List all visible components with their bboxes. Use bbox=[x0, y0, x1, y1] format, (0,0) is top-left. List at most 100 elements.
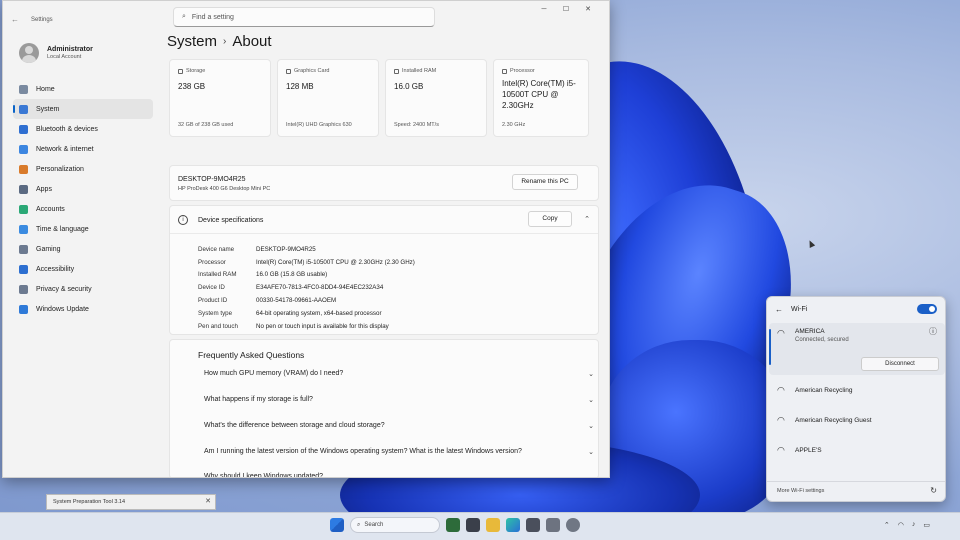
wifi-network-item[interactable]: ◠ APPLE'S bbox=[767, 445, 947, 465]
spec-cards: Storage 238 GB 32 GB of 238 GB used Grap… bbox=[169, 59, 589, 137]
sidebar-item-label: Gaming bbox=[36, 245, 61, 253]
wifi-toggle[interactable] bbox=[917, 304, 937, 314]
spec-value: No pen or touch input is available for t… bbox=[256, 322, 389, 330]
info-icon[interactable]: ⓘ bbox=[929, 326, 937, 337]
wifi-network-item[interactable]: ◠ American Recycling Guest bbox=[767, 415, 947, 435]
sidebar-item-home[interactable]: Home bbox=[13, 79, 153, 99]
settings-window: ← Settings ⌕ Find a setting ─ ☐ ✕ Admini… bbox=[2, 0, 610, 478]
settings-gear-icon[interactable] bbox=[566, 518, 580, 532]
taskbar-search-label: Search bbox=[364, 522, 384, 528]
spec-key: System type bbox=[198, 309, 233, 317]
chevron-down-icon: ⌄ bbox=[588, 449, 594, 456]
copy-button[interactable]: Copy bbox=[528, 211, 572, 227]
sidebar-item-windows-update[interactable]: Windows Update bbox=[13, 299, 153, 319]
shield-icon bbox=[19, 284, 28, 294]
refresh-icon[interactable]: ↻ bbox=[930, 486, 937, 495]
disconnect-button[interactable]: Disconnect bbox=[861, 357, 939, 371]
faq-item[interactable]: What happens if my storage is full? ⌄ bbox=[204, 396, 594, 410]
widgets-icon[interactable] bbox=[446, 518, 460, 532]
volume-icon[interactable]: ♪ bbox=[912, 521, 916, 529]
sidebar-item-accounts[interactable]: Accounts bbox=[13, 199, 153, 219]
card-value: 128 MB bbox=[286, 82, 314, 91]
user-name: Administrator bbox=[47, 46, 93, 53]
gaming-icon bbox=[19, 244, 28, 254]
sidebar-item-system[interactable]: System bbox=[13, 99, 153, 119]
chevron-down-icon: ⌄ bbox=[588, 474, 594, 478]
faq-item[interactable]: How much GPU memory (VRAM) do I need? ⌄ bbox=[204, 370, 594, 384]
sidebar-item-apps[interactable]: Apps bbox=[13, 179, 153, 199]
search-placeholder: Find a setting bbox=[191, 13, 234, 21]
card-label: Storage bbox=[186, 68, 206, 74]
edge-icon[interactable] bbox=[506, 518, 520, 532]
spec-key: Device ID bbox=[198, 284, 225, 292]
sidebar-item-privacy-security[interactable]: Privacy & security bbox=[13, 279, 153, 299]
chevron-up-icon[interactable]: ⌃ bbox=[584, 215, 590, 223]
network-name: American Recycling bbox=[795, 387, 853, 394]
faq-item[interactable]: What's the difference between storage an… bbox=[204, 422, 594, 436]
breadcrumb-parent[interactable]: System bbox=[167, 33, 217, 50]
more-wifi-settings-link[interactable]: More Wi-Fi settings bbox=[777, 488, 824, 494]
app-title: Settings bbox=[31, 17, 53, 23]
graphics-card[interactable]: Graphics Card 128 MB Intel(R) UHD Graphi… bbox=[277, 59, 379, 137]
spec-row: System type 64-bit operating system, x64-… bbox=[198, 307, 415, 320]
sidebar-item-accessibility[interactable]: Accessibility bbox=[13, 259, 153, 279]
search-input[interactable]: ⌕ Find a setting bbox=[173, 7, 435, 27]
pc-name-panel: DESKTOP-9MO4R25 HP ProDesk 400 G6 Deskto… bbox=[169, 165, 599, 201]
storage-icon bbox=[178, 68, 183, 74]
store-icon[interactable] bbox=[526, 518, 540, 532]
spec-key: Device name bbox=[198, 245, 235, 253]
close-icon[interactable]: ✕ bbox=[577, 3, 599, 17]
faq-item[interactable]: Am I running the latest version of the W… bbox=[204, 448, 594, 462]
close-icon[interactable]: ✕ bbox=[205, 497, 211, 505]
specs-header[interactable]: i Device specifications Copy ⌃ bbox=[170, 206, 598, 234]
ram-card[interactable]: Installed RAM 16.0 GB Speed: 2400 MT/s bbox=[385, 59, 487, 137]
sidebar-item-label: Privacy & security bbox=[36, 285, 92, 293]
battery-icon[interactable]: ▭ bbox=[923, 521, 930, 529]
wifi-network-item[interactable]: ◠ American Recycling bbox=[767, 385, 947, 405]
sidebar-item-label: Personalization bbox=[36, 165, 84, 173]
wifi-title: Wi-Fi bbox=[791, 306, 808, 313]
faq-item[interactable]: Why should I keep Windows updated? ⌄ bbox=[204, 473, 594, 478]
ram-icon bbox=[394, 68, 399, 74]
info-icon: i bbox=[178, 215, 188, 225]
sidebar-item-label: Bluetooth & devices bbox=[36, 125, 98, 133]
apps-icon bbox=[19, 184, 28, 194]
chevron-down-icon: ⌄ bbox=[588, 397, 594, 404]
start-icon[interactable] bbox=[330, 518, 344, 532]
sysprep-taskbar-icon[interactable] bbox=[546, 518, 560, 532]
sidebar-item-bluetooth-devices[interactable]: Bluetooth & devices bbox=[13, 119, 153, 139]
back-arrow-icon[interactable]: ← bbox=[775, 305, 783, 314]
sidebar-item-gaming[interactable]: Gaming bbox=[13, 239, 153, 259]
card-sub: Intel(R) UHD Graphics 630 bbox=[286, 122, 352, 128]
network-name: APPLE'S bbox=[795, 447, 822, 454]
sidebar-item-personalization[interactable]: Personalization bbox=[13, 159, 153, 179]
card-value: 16.0 GB bbox=[394, 82, 424, 91]
faq-question: What happens if my storage is full? bbox=[204, 396, 313, 403]
back-arrow-icon[interactable]: ← bbox=[11, 15, 19, 24]
card-value: Intel(R) Core(TM) i5-10500T CPU @ 2.30GH… bbox=[502, 79, 576, 110]
spec-value: Intel(R) Core(TM) i5-10500T CPU @ 2.30GH… bbox=[256, 258, 415, 266]
storage-card[interactable]: Storage 238 GB 32 GB of 238 GB used bbox=[169, 59, 271, 137]
sysprep-window[interactable]: System Preparation Tool 3.14 ✕ bbox=[46, 494, 216, 510]
wifi-signal-icon: ◠ bbox=[777, 415, 785, 425]
minimize-icon[interactable]: ─ bbox=[533, 3, 555, 17]
window-controls: ─ ☐ ✕ bbox=[533, 3, 599, 17]
sidebar-item-time-language[interactable]: Time & language bbox=[13, 219, 153, 239]
spec-value: 00330-54178-09661-AAOEM bbox=[256, 297, 337, 305]
connected-network[interactable]: ◠ AMERICA Connected, secured ⓘ Disconnec… bbox=[769, 323, 945, 375]
sidebar-item-network-internet[interactable]: Network & internet bbox=[13, 139, 153, 159]
user-profile[interactable]: Administrator Local Account bbox=[13, 41, 153, 79]
sidebar-item-label: Windows Update bbox=[36, 305, 89, 313]
file-explorer-icon[interactable] bbox=[486, 518, 500, 532]
taskbar-search[interactable]: ⌕ Search bbox=[350, 517, 440, 533]
processor-card[interactable]: Processor Intel(R) Core(TM) i5-10500T CP… bbox=[493, 59, 589, 137]
sidebar-item-label: Accounts bbox=[36, 205, 65, 213]
maximize-icon[interactable]: ☐ bbox=[555, 3, 577, 17]
task-view-icon[interactable] bbox=[466, 518, 480, 532]
spec-key: Pen and touch bbox=[198, 322, 238, 330]
pc-model: HP ProDesk 400 G6 Desktop Mini PC bbox=[178, 186, 271, 192]
rename-pc-button[interactable]: Rename this PC bbox=[512, 174, 578, 190]
network-icon[interactable]: ◠ bbox=[898, 521, 904, 529]
chevron-up-icon[interactable]: ⌃ bbox=[884, 521, 890, 529]
breadcrumb: System › About bbox=[167, 33, 272, 50]
